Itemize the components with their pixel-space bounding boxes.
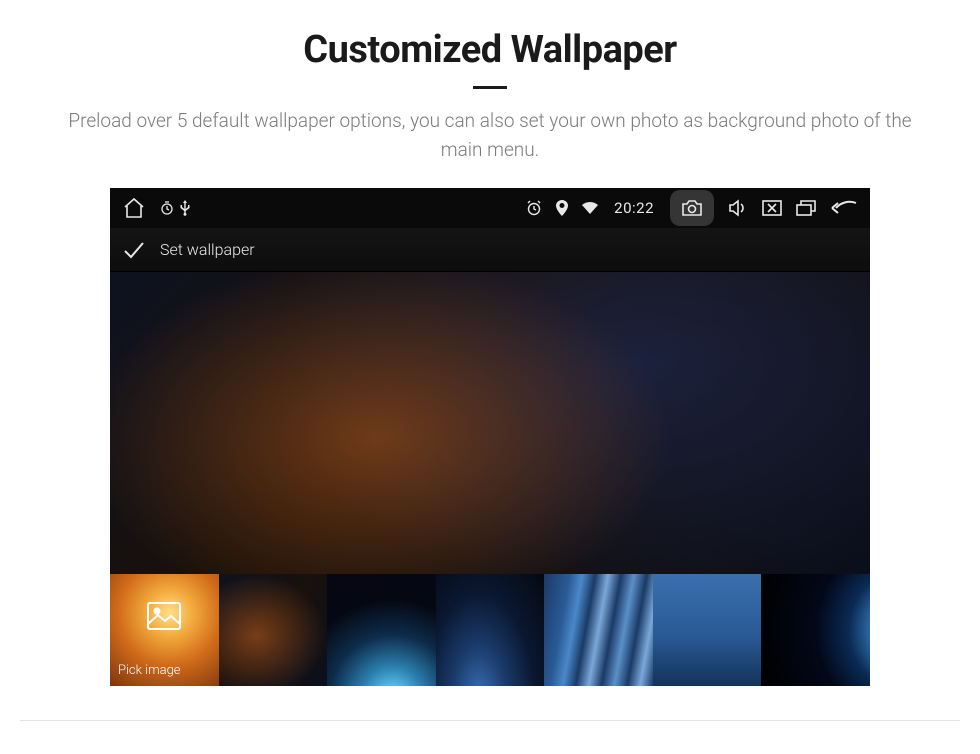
screenshot-button[interactable] <box>670 190 714 226</box>
page-subtitle: Preload over 5 default wallpaper options… <box>50 107 930 164</box>
image-icon <box>147 602 181 634</box>
location-icon <box>556 200 568 216</box>
camera-icon <box>681 199 703 217</box>
pick-image-label: Pick image <box>118 663 181 678</box>
wallpaper-thumb[interactable] <box>653 574 762 686</box>
action-bar-label: Set wallpaper <box>160 240 255 259</box>
wallpaper-thumb[interactable] <box>761 574 870 686</box>
device-screenshot: 20:22 <box>110 188 870 686</box>
home-icon[interactable] <box>122 197 146 219</box>
volume-icon[interactable] <box>728 199 748 217</box>
status-bar: 20:22 <box>110 188 870 228</box>
wifi-icon <box>582 202 598 214</box>
pick-image-button[interactable]: Pick image <box>110 574 219 686</box>
wallpaper-thumbnails: Pick image <box>110 574 870 686</box>
close-window-icon[interactable] <box>762 200 782 216</box>
usb-icon <box>180 200 190 216</box>
wallpaper-thumb[interactable] <box>219 574 328 686</box>
confirm-button[interactable] <box>122 240 146 260</box>
alarm-icon <box>526 200 542 216</box>
title-underline <box>473 86 507 89</box>
timer-icon <box>160 201 174 215</box>
wallpaper-thumb[interactable] <box>327 574 436 686</box>
recent-apps-icon[interactable] <box>796 200 816 216</box>
status-time: 20:22 <box>614 199 654 217</box>
back-icon[interactable] <box>830 200 858 216</box>
wallpaper-preview[interactable] <box>110 272 870 574</box>
page-title: Customized Wallpaper <box>0 28 980 72</box>
wallpaper-thumb[interactable] <box>544 574 653 686</box>
section-divider <box>20 720 960 721</box>
wallpaper-thumb[interactable] <box>436 574 545 686</box>
action-bar: Set wallpaper <box>110 228 870 272</box>
